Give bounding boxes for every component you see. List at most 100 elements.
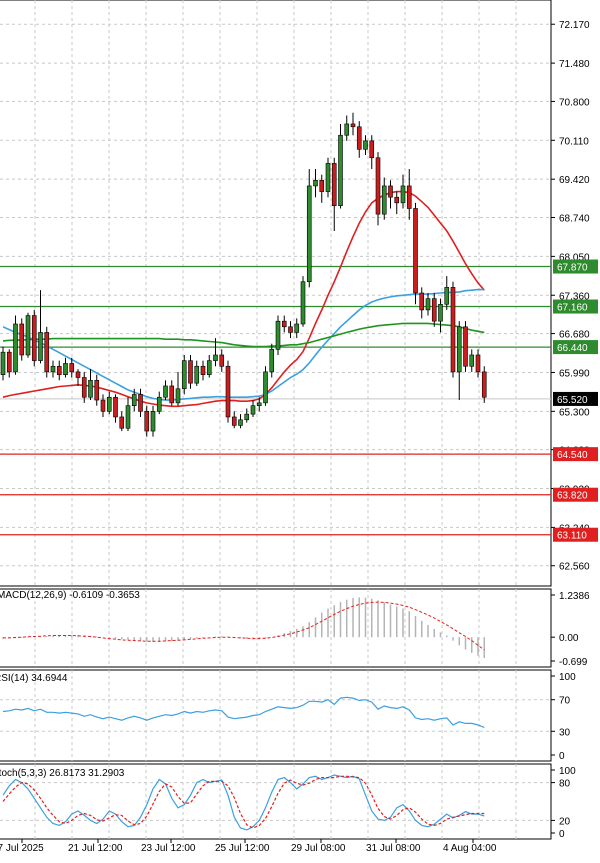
candle-body: [350, 123, 356, 128]
x-tick-label: 4 Aug 04:00: [443, 843, 497, 854]
candle-body: [450, 287, 456, 373]
rsi-tick-label: 0: [559, 751, 565, 762]
rsi-title: RSI(14) 34.6944: [0, 673, 68, 684]
candle-body: [325, 163, 331, 192]
candle-body: [388, 185, 393, 198]
candle-body: [431, 298, 437, 322]
candle-body: [156, 396, 162, 412]
y-tick-label: 62.560: [559, 562, 590, 573]
candle-body: [181, 360, 187, 390]
candle-body: [169, 385, 175, 404]
candle-body: [138, 394, 143, 412]
candle-body: [444, 287, 450, 305]
candle-body: [475, 354, 481, 373]
candle-body: [306, 185, 312, 283]
candle-body: [19, 323, 25, 356]
current-price-label: 65.520: [557, 395, 588, 406]
candle-body: [69, 363, 75, 373]
candle-body: [38, 332, 43, 361]
panel-frames: [0, 0, 552, 840]
x-tick-label: 17 Jul 2025: [0, 843, 44, 854]
level-label: 67.870: [557, 263, 588, 274]
rsi-tick-label: 100: [559, 672, 576, 683]
candle-body: [175, 388, 181, 404]
macd-signal-line: [3, 601, 485, 651]
candlesticks: [0, 112, 487, 437]
candle-body: [319, 180, 325, 192]
candle-body: [250, 405, 256, 415]
x-tick-label: 29 Jul 08:00: [291, 843, 346, 854]
candle-body: [456, 326, 462, 373]
candle-body: [356, 126, 362, 150]
candle-body: [188, 360, 193, 384]
rsi-tick-label: 70: [559, 696, 571, 707]
candle-body: [413, 208, 418, 294]
macd-tick-label: -0.699: [559, 657, 588, 668]
y-tick-label: 68.740: [559, 213, 590, 224]
candle-body: [300, 281, 306, 325]
candle-body: [31, 315, 37, 361]
candle-body: [206, 360, 212, 376]
candle-body: [256, 402, 262, 406]
candle-body: [238, 419, 243, 426]
y-tick-label: 72.170: [559, 20, 590, 31]
y-tick-label: 69.420: [559, 175, 590, 186]
candle-body: [150, 411, 156, 432]
candle-body: [119, 416, 125, 429]
candle-body: [288, 326, 293, 333]
stochastic-title: Stoch(5,3,3) 26.8173 31.2903: [0, 768, 125, 779]
candle-body: [81, 377, 87, 398]
candle-body: [275, 320, 281, 350]
candle-body: [331, 163, 337, 206]
candle-body: [131, 394, 137, 406]
moving-average-line: [2, 190, 485, 408]
moving-average-line: [2, 322, 485, 348]
x-tick-label: 31 Jul 08:00: [366, 843, 421, 854]
candle-body: [225, 365, 231, 418]
trading-chart[interactable]: 72.170 71.480 70.800 70.110 69.420 68.740 68.0…: [0, 0, 600, 858]
candle-body: [0, 351, 6, 376]
rsi-panel: [2, 696, 485, 728]
candle-body: [125, 405, 131, 429]
candle-body: [106, 396, 112, 412]
stoch-tick-label: 0: [559, 829, 565, 840]
chart-canvas[interactable]: 72.17071.48070.80070.11069.42068.74068.0…: [0, 0, 600, 858]
rsi-line: [2, 696, 485, 728]
candle-body: [394, 196, 400, 204]
candle-body: [213, 354, 218, 361]
y-tick-label: 70.800: [559, 97, 590, 108]
candle-body: [88, 380, 93, 398]
candle-body: [438, 303, 443, 322]
candle-body: [369, 140, 375, 159]
stoch-tick-label: 20: [559, 816, 571, 827]
moving-averages: [2, 190, 485, 408]
candle-body: [113, 396, 118, 418]
candle-body: [244, 413, 250, 421]
candle-body: [294, 323, 300, 333]
candle-body: [344, 123, 350, 136]
candle-body: [375, 157, 381, 215]
candle-body: [381, 185, 387, 215]
y-tick-label: 66.680: [559, 330, 590, 341]
y-tick-label: 65.300: [559, 407, 590, 418]
candle-body: [313, 180, 318, 187]
candle-body: [50, 365, 56, 373]
candle-body: [163, 385, 168, 398]
stochastic-panel: [2, 774, 485, 831]
stoch-main-line: [2, 774, 485, 831]
candle-body: [419, 292, 425, 311]
price-panel-border: [0, 0, 552, 587]
macd-title: MACD(12,26,9) -0.6109 -0.3653: [0, 590, 140, 601]
candle-body: [75, 371, 81, 378]
level-label: 63.820: [557, 491, 588, 502]
stoch-tick-label: 100: [559, 766, 576, 777]
candle-body: [6, 351, 12, 373]
candle-body: [63, 363, 68, 376]
candle-body: [219, 354, 225, 367]
candle-body: [469, 354, 475, 367]
rsi-tick-label: 30: [559, 727, 571, 738]
x-tick-label: 25 Jul 12:00: [215, 843, 270, 854]
axes: 72.17071.48070.80070.11069.42068.74068.0…: [0, 20, 590, 854]
stoch-tick-label: 80: [559, 779, 571, 790]
level-label: 64.540: [557, 450, 588, 461]
